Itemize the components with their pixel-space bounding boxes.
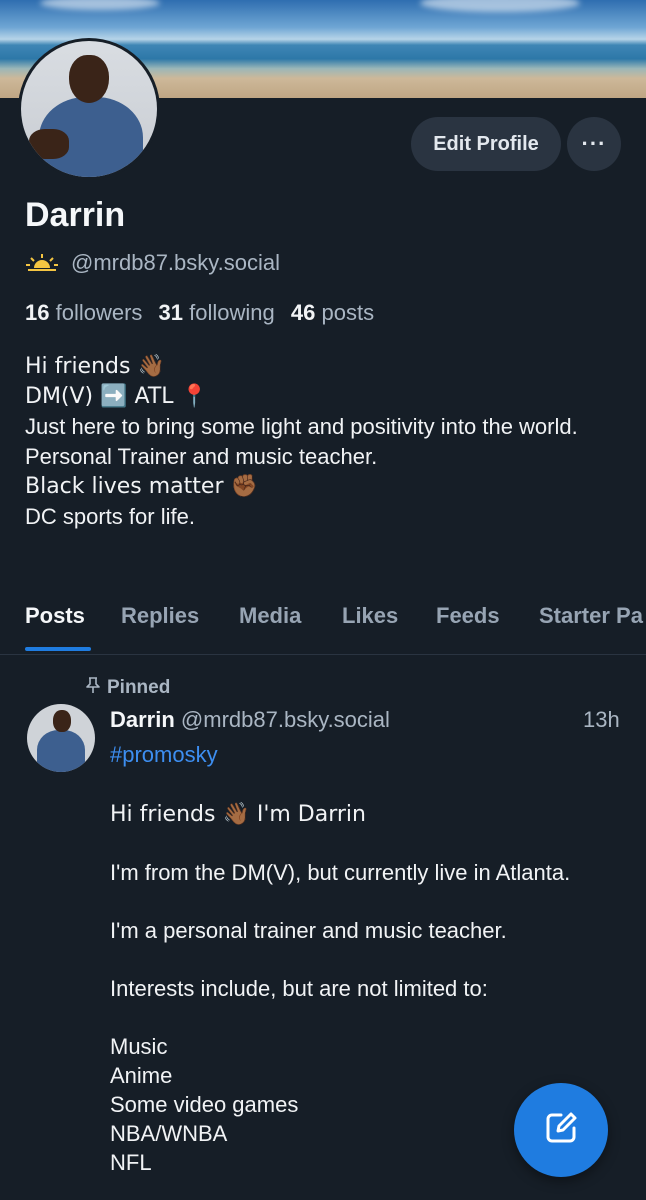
tab-media[interactable]: Media [239,603,301,629]
bio-line: Hi friends 👋🏾 [25,354,165,379]
bio-line: DM(V) ➡️ ATL 📍 [25,384,208,409]
active-tab-indicator [25,647,91,651]
profile-tabs: Posts Replies Media Likes Feeds Starter … [0,597,646,655]
tab-posts[interactable]: Posts [25,603,85,629]
post-line: Music [110,1034,168,1059]
profile-avatar[interactable] [18,38,160,180]
compose-post-button[interactable] [514,1083,608,1177]
post-author-name[interactable]: Darrin [110,707,175,732]
sunrise-icon [25,252,59,274]
tab-replies[interactable]: Replies [121,603,199,629]
posts-count: 46 posts [290,300,375,325]
tab-likes[interactable]: Likes [342,603,398,629]
post-line-spacer [110,945,610,974]
post-line-spacer [110,1003,610,1032]
post-line: I'm from the DM(V), but currently live i… [110,860,571,885]
profile-bio: Hi friends 👋🏾 DM(V) ➡️ ATL 📍 Just here t… [25,352,625,532]
post-line: Hi friends 👋🏾 I'm Darrin [110,802,366,827]
bio-line: Just here to bring some light and positi… [25,414,578,439]
post-author-handle[interactable]: @mrdb87.bsky.social [181,707,390,732]
more-options-button[interactable]: ··· [567,117,621,171]
post-header: Darrin @mrdb87.bsky.social [110,707,390,733]
bio-line: Personal Trainer and music teacher. [25,444,378,469]
post-line-spacer [110,887,610,916]
tab-starter-packs[interactable]: Starter Pa [539,603,643,629]
post-timestamp[interactable]: 13h [583,707,620,733]
post-line: Anime [110,1063,173,1088]
edit-profile-button[interactable]: Edit Profile [411,117,561,171]
profile-stats: 16 followers 31 following 46 posts [25,300,374,326]
profile-handle-row: @mrdb87.bsky.social [25,250,280,276]
ellipsis-icon: ··· [581,131,607,156]
post-line: I'm a personal trainer and music teacher… [110,918,507,943]
profile-handle: @mrdb87.bsky.social [71,250,280,275]
bio-line: DC sports for life. [25,504,195,529]
following-link[interactable]: 31 following [159,300,275,325]
followers-link[interactable]: 16 followers [25,300,142,325]
post-hashtag[interactable]: #promosky [110,742,218,768]
profile-name: Darrin [25,196,126,234]
compose-icon [541,1108,581,1153]
post-line-spacer [110,829,610,858]
pinned-label: Pinned [107,677,171,698]
post-author-avatar[interactable] [27,704,95,772]
post-line: Interests include, but are not limited t… [110,976,488,1001]
bio-line: Black lives matter ✊🏾 [25,474,258,499]
pin-icon [85,676,101,700]
pinned-indicator: Pinned [85,676,170,700]
tab-feeds[interactable]: Feeds [436,603,500,629]
